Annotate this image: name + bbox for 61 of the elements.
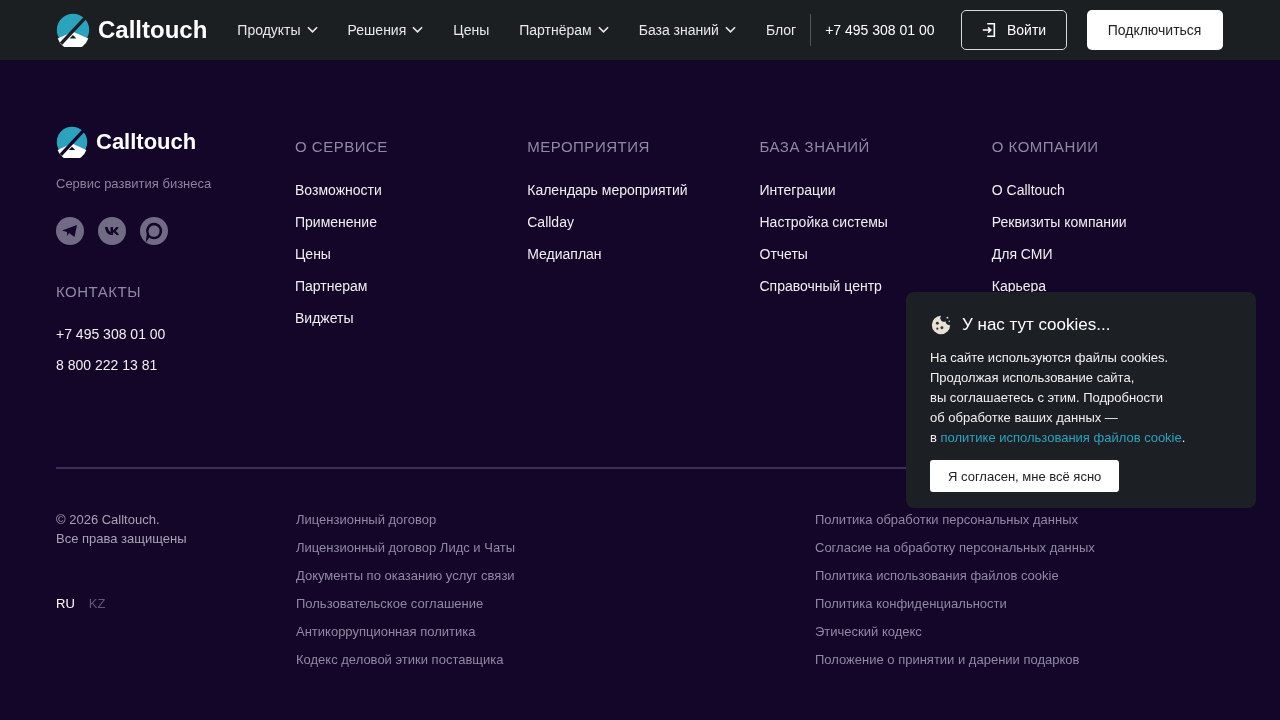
footer-link[interactable]: Интеграции bbox=[759, 182, 992, 198]
footer-link[interactable]: О Calltouch bbox=[991, 182, 1224, 198]
cookie-title: У нас тут cookies... bbox=[962, 315, 1111, 335]
column-heading: О КОМПАНИИ bbox=[991, 138, 1100, 155]
footer-link[interactable]: Отчеты bbox=[759, 246, 992, 262]
legal-link[interactable]: Кодекс деловой этики поставщика bbox=[296, 652, 815, 667]
footer-link[interactable]: Партнерам bbox=[295, 278, 528, 294]
footer-link[interactable]: Цены bbox=[295, 246, 528, 262]
column-heading: МЕРОПРИЯТИЯ bbox=[527, 138, 651, 155]
telegram-icon[interactable] bbox=[56, 217, 84, 245]
footer-link[interactable]: Для СМИ bbox=[991, 246, 1224, 262]
phone-number[interactable]: +7 495 308 01 00 bbox=[825, 22, 935, 38]
connect-button[interactable]: Подключиться bbox=[1086, 10, 1223, 50]
footer-link[interactable]: Настройка системы bbox=[759, 214, 992, 230]
footer-link[interactable]: Карьера bbox=[991, 278, 1224, 294]
copyright-text: © 2026 Calltouch. bbox=[56, 512, 161, 527]
language-link[interactable]: RU bbox=[56, 596, 75, 611]
footer-link[interactable]: Виджеты bbox=[295, 310, 528, 326]
legal-link[interactable]: Политика обработки персональных данных bbox=[815, 512, 1095, 527]
footer-link[interactable]: Справочный центр bbox=[759, 278, 992, 294]
legal-link[interactable]: Лицензионный договор Лидс и Чаты bbox=[296, 540, 815, 555]
legal-link[interactable]: Пользовательское соглашение bbox=[296, 596, 815, 611]
logo-icon bbox=[56, 13, 90, 47]
nav-link[interactable]: Цены bbox=[453, 22, 490, 38]
nav-link[interactable]: Блог bbox=[765, 22, 797, 38]
contact-phone[interactable]: 8 800 222 13 81 bbox=[56, 357, 295, 373]
nav-link[interactable]: Партнёрам bbox=[519, 22, 609, 38]
nav-link[interactable]: Решения bbox=[347, 22, 424, 38]
nav-link[interactable]: База знаний bbox=[638, 22, 736, 38]
cookie-policy-link[interactable]: политике использования файлов cookie bbox=[940, 430, 1182, 445]
login-icon bbox=[980, 22, 997, 38]
legal-link[interactable]: Политика конфиденциальности bbox=[815, 596, 1095, 611]
legal-link[interactable]: Документы по оказанию услуг связи bbox=[296, 568, 815, 583]
cookie-notice-text: На сайте используются файлы cookies. Продолжая использование сайта, вы соглашаетесь с этим. Подробности об обработке ваших данных — в политике использования файлов cookie. bbox=[930, 349, 1187, 447]
footer-link[interactable]: Календарь мероприятий bbox=[527, 182, 760, 198]
chat-icon[interactable] bbox=[140, 217, 168, 245]
legal-link[interactable]: Антикоррупционная политика bbox=[296, 624, 815, 639]
footer-link[interactable]: Применение bbox=[295, 214, 528, 230]
column-heading: БАЗА ЗНАНИЙ bbox=[759, 138, 871, 155]
contact-phone[interactable]: +7 495 308 01 00 bbox=[56, 326, 295, 342]
logo-text[interactable]: Calltouch bbox=[98, 16, 208, 44]
legal-link[interactable]: Этический кодекс bbox=[815, 624, 1095, 639]
login-button[interactable]: Войти bbox=[960, 10, 1067, 50]
legal-link[interactable]: Согласие на обработку персональных данных bbox=[815, 540, 1095, 555]
agree-button[interactable]: Я согласен, мне всё ясно bbox=[930, 460, 1120, 492]
contacts-heading: КОНТАКТЫ bbox=[56, 283, 142, 300]
cookie-icon bbox=[930, 314, 952, 336]
nav-link[interactable]: Продукты bbox=[237, 22, 318, 38]
legal-link[interactable]: Политика использования файлов cookie bbox=[815, 568, 1095, 583]
legal-link[interactable]: Лицензионный договор bbox=[296, 512, 815, 527]
column-heading: О СЕРВИСЕ bbox=[295, 138, 389, 155]
footer-link[interactable]: Возможности bbox=[295, 182, 528, 198]
logo-icon bbox=[56, 126, 88, 158]
logo-text[interactable]: Calltouch bbox=[96, 129, 197, 155]
legal-link[interactable]: Положение о принятии и дарении подарков bbox=[815, 652, 1095, 667]
footer-link[interactable]: Реквизиты компании bbox=[991, 214, 1224, 230]
vk-icon[interactable] bbox=[98, 217, 126, 245]
copyright-text: Все права защищены bbox=[56, 531, 188, 546]
footer-link[interactable]: Медиаплан bbox=[527, 246, 760, 262]
tagline: Сервис развития бизнеса bbox=[56, 176, 213, 191]
footer-link[interactable]: Callday bbox=[527, 214, 760, 230]
